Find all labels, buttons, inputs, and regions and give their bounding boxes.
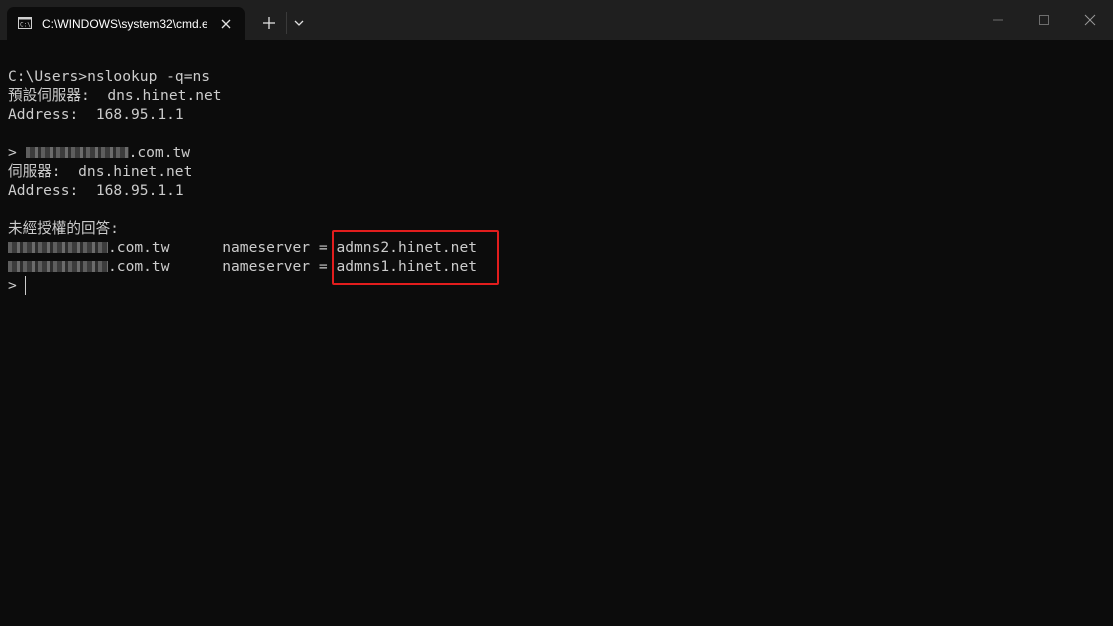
svg-text:C:\: C:\ (20, 22, 31, 29)
close-icon[interactable] (1077, 8, 1103, 32)
console-line: Address: 168.95.1.1 (8, 106, 184, 123)
console-line: 未經授權的回答: (8, 220, 119, 237)
close-tab-icon[interactable] (217, 15, 235, 33)
text-cursor (25, 276, 26, 295)
redacted-domain (8, 241, 108, 253)
console-line: .com.tw nameserver = admns2.hinet.net (8, 238, 1108, 257)
console-line: > (8, 276, 1108, 295)
domain-suffix: .com.tw (108, 258, 170, 275)
console-line: 伺服器: dns.hinet.net (8, 163, 193, 180)
redacted-domain (25, 146, 129, 158)
console-line: Address: 168.95.1.1 (8, 182, 184, 199)
terminal-window: C:\ C:\WINDOWS\system32\cmd.exe C:\Users… (0, 0, 1113, 626)
command-prompt-icon: C:\ (18, 17, 32, 29)
console-output[interactable]: C:\Users>nslookup -q=ns 預設伺服器: dns.hinet… (8, 67, 1108, 617)
prompt: > (8, 144, 26, 161)
domain-suffix: .com.tw (108, 239, 170, 256)
prompt: > (8, 277, 26, 294)
plus-icon[interactable] (258, 12, 280, 34)
highlight-annotation-box (332, 230, 499, 285)
console-line: .com.tw nameserver = admns1.hinet.net (8, 257, 1108, 276)
domain-suffix: .com.tw (128, 144, 191, 161)
chevron-down-icon[interactable] (290, 13, 308, 33)
nameserver-label: nameserver = (169, 258, 337, 275)
maximize-icon[interactable] (1031, 8, 1057, 32)
nameserver-label: nameserver = (169, 239, 337, 256)
title-bar: C:\ C:\WINDOWS\system32\cmd.exe (0, 0, 1113, 40)
tab-cmd[interactable]: C:\ C:\WINDOWS\system32\cmd.exe (7, 7, 245, 40)
console-line: C:\Users>nslookup -q=ns (8, 68, 211, 85)
minimize-icon[interactable] (985, 8, 1011, 32)
tab-separator (286, 12, 287, 34)
console-line: > .com.tw (8, 143, 1108, 162)
tab-title: C:\WINDOWS\system32\cmd.exe (42, 17, 207, 31)
console-line: 預設伺服器: dns.hinet.net (8, 87, 222, 104)
redacted-domain (8, 260, 108, 272)
